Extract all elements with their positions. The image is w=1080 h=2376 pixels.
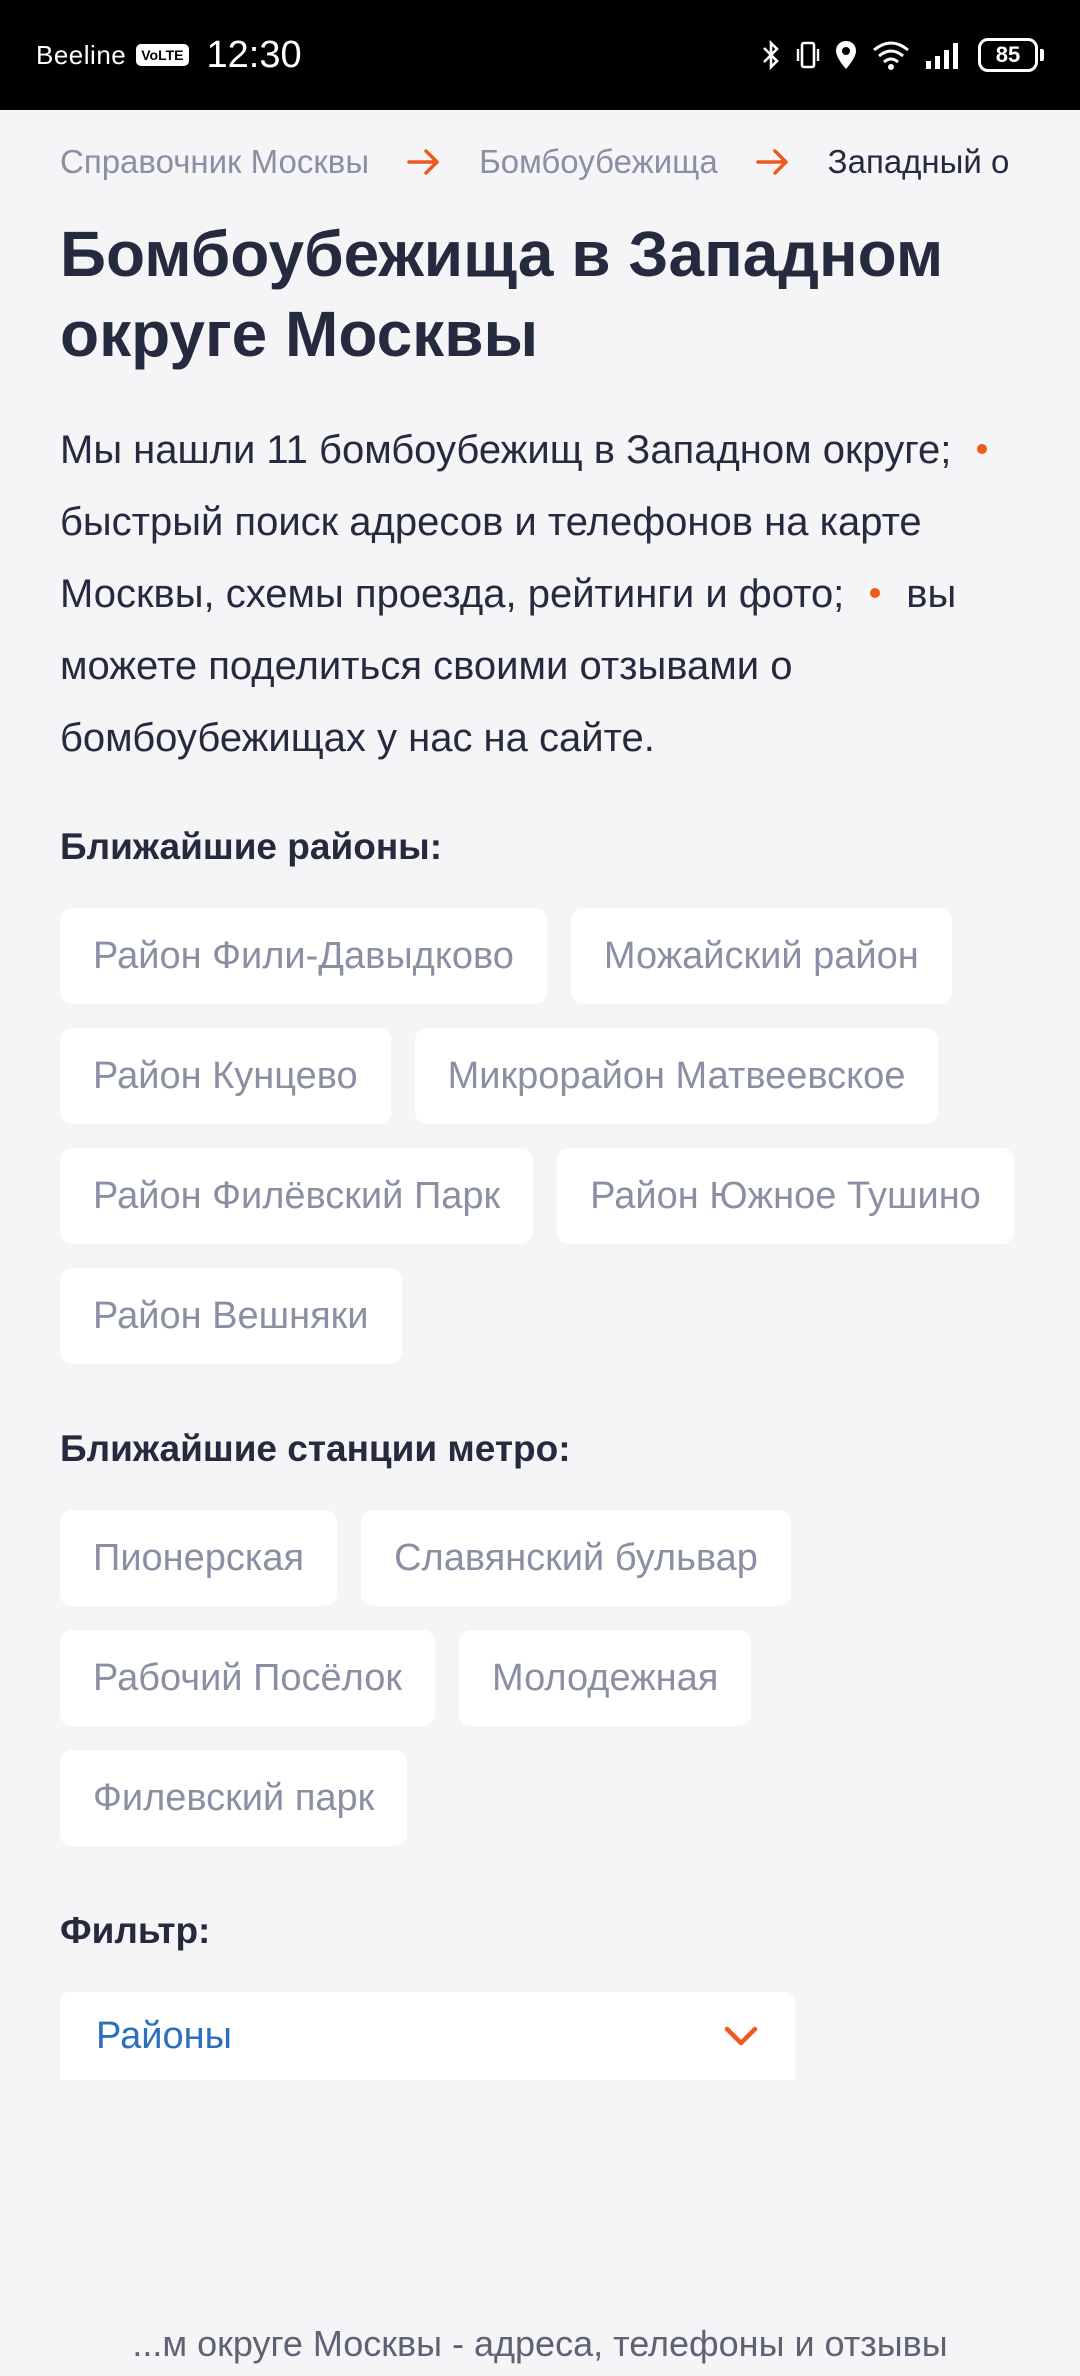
metro-chip[interactable]: Молодежная — [459, 1630, 752, 1726]
district-chip[interactable]: Можайский район — [570, 908, 952, 1004]
wifi-icon — [873, 41, 909, 70]
vibrate-icon — [796, 41, 820, 69]
page-title-bar-text: ...м округе Москвы - адреса, телефоны и … — [132, 2323, 948, 2364]
filter-heading: Фильтр: — [60, 1910, 211, 1951]
volte-badge: VoLTE — [136, 44, 189, 66]
district-chip[interactable]: Микрорайон Матвеевское — [414, 1028, 939, 1124]
metro-list: Пионерская Славянский бульвар Рабочий По… — [60, 1510, 1020, 1846]
bullet-dot — [870, 588, 881, 599]
battery-level: 85 — [995, 42, 1021, 67]
description-part-2: быстрый поиск адресов и телефонов на кар… — [60, 500, 922, 616]
chevron-down-icon — [723, 2015, 759, 2058]
breadcrumb-item-current: Западный о — [827, 143, 1010, 180]
metro-chip[interactable]: Пионерская — [60, 1510, 338, 1606]
page-title-bar: ...м округе Москвы - адреса, телефоны и … — [0, 2312, 1080, 2376]
districts-list: Район Фили-Давыдково Можайский район Рай… — [60, 908, 1020, 1364]
arrow-right-icon — [407, 148, 441, 176]
metro-chip[interactable]: Славянский бульвар — [361, 1510, 791, 1606]
bullet-dot — [977, 444, 988, 455]
district-chip[interactable]: Район Кунцево — [60, 1028, 391, 1124]
district-chip[interactable]: Район Фили-Давыдково — [60, 908, 547, 1004]
metro-chip[interactable]: Рабочий Посёлок — [60, 1630, 436, 1726]
district-chip[interactable]: Район Вешняки — [60, 1268, 402, 1364]
main-content: Справочник Москвы Бомбоубежища Западный … — [60, 110, 1080, 2080]
metro-heading: Ближайшие станции метро: — [60, 1428, 571, 1469]
location-icon — [836, 41, 856, 69]
carrier-name: Beeline — [36, 39, 127, 70]
signal-icon — [926, 43, 958, 69]
bluetooth-icon — [763, 39, 779, 71]
breadcrumb-item-shelters[interactable]: Бомбоубежища — [479, 143, 718, 181]
metro-chip[interactable]: Филевский парк — [60, 1750, 408, 1846]
arrow-right-icon — [755, 148, 790, 176]
filter-selected-value: Районы — [96, 2014, 232, 2057]
page-description: Мы нашли 11 бомбоубежищ в Западном округ… — [60, 414, 1020, 774]
clock: 12:30 — [206, 33, 302, 76]
description-part-1: Мы нашли 11 бомбоубежищ в Западном округ… — [60, 428, 952, 472]
district-chip[interactable]: Район Филёвский Парк — [60, 1148, 534, 1244]
filter-select[interactable]: Районы — [60, 1992, 795, 2080]
breadcrumb-item-moscow-directory[interactable]: Справочник Москвы — [60, 143, 369, 181]
district-chip[interactable]: Район Южное Тушино — [557, 1148, 1014, 1244]
page-title: Бомбоубежища в Западном округе Москвы — [60, 218, 944, 370]
breadcrumb: Справочник Москвы Бомбоубежища Западный … — [60, 74, 1080, 214]
battery-icon: 85 — [978, 38, 1044, 72]
districts-heading: Ближайшие районы: — [60, 826, 443, 867]
